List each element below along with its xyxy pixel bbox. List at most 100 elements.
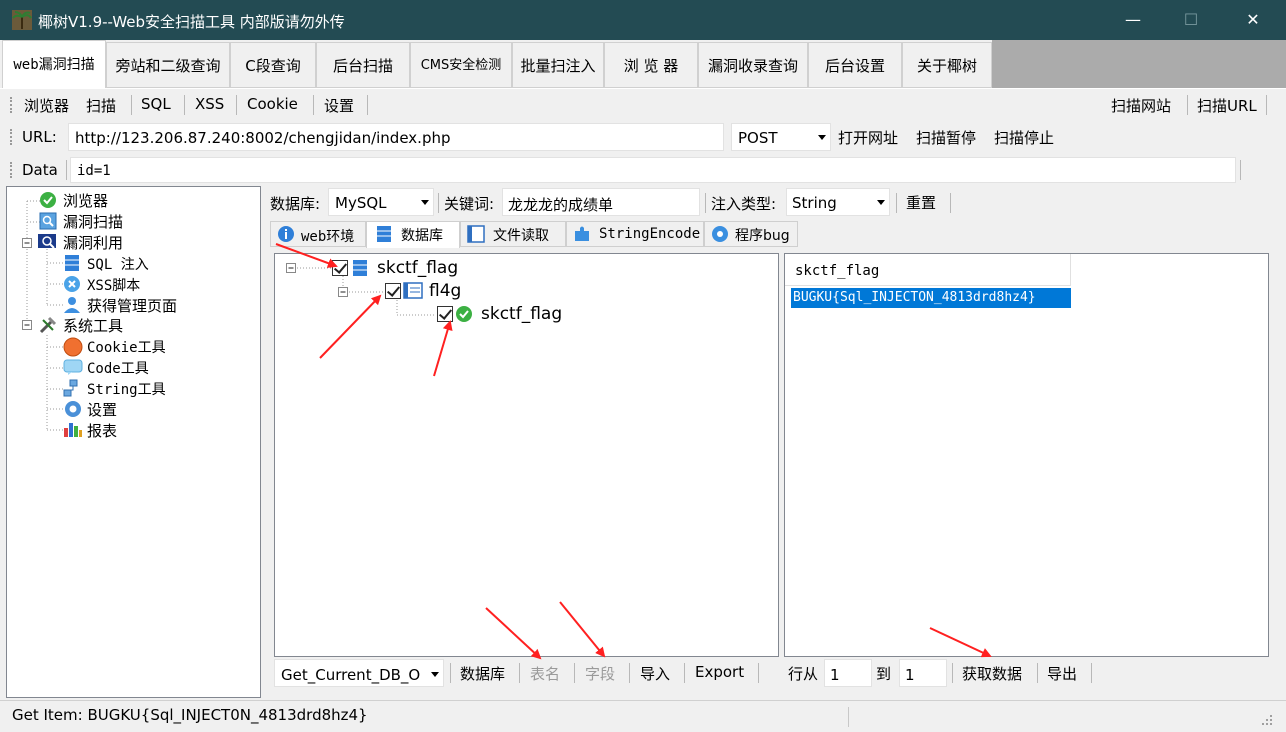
database-icon	[377, 226, 391, 242]
subtab-label: 数据库	[401, 228, 443, 244]
subtab-program-bug[interactable]: 程序bug	[704, 221, 798, 247]
tree-item-label: SQL 注入	[87, 257, 149, 273]
get-db-button[interactable]: 数据库	[460, 663, 505, 684]
subtab-database[interactable]: 数据库	[366, 221, 460, 248]
toolbar-grip	[10, 162, 13, 178]
scan-icon	[39, 212, 57, 230]
separator	[896, 193, 897, 213]
result-cell: BUGKU{Sql_INJECTON_4813drd8hz4}	[793, 290, 1036, 305]
subtab-label: 程序bug	[735, 228, 790, 244]
method-select-value: POST	[738, 129, 778, 147]
row-from-input[interactable]: 1	[824, 659, 872, 687]
separator	[313, 95, 314, 115]
get-columns-button[interactable]: 字段	[585, 663, 615, 684]
row-to-input[interactable]: 1	[899, 659, 947, 687]
table-name[interactable]: fl4g	[429, 281, 461, 301]
db-bottom-toolbar: Get_Current_DB_O 数据库 表名 字段 导入 Export	[274, 657, 779, 689]
toolbar-cookie[interactable]: Cookie	[247, 95, 298, 113]
table-icon	[403, 282, 423, 299]
tab-admin-scan[interactable]: 后台扫描	[316, 42, 410, 88]
subtab-string-encode[interactable]: StringEncode	[566, 221, 704, 247]
open-url-button[interactable]: 打开网址	[838, 127, 898, 148]
db-name[interactable]: skctf_flag	[377, 258, 458, 278]
gear-icon	[712, 226, 728, 242]
tree-item-label: 报表	[87, 422, 118, 440]
url-input-value: http://123.206.87.240:8002/chengjidan/in…	[75, 129, 451, 147]
tab-cms-check[interactable]: CMS安全检测	[410, 42, 512, 88]
main-toolbar: 浏览器 扫描 SQL XSS Cookie 设置 扫描网站 扫描URL	[0, 88, 1286, 120]
column-checkbox[interactable]	[437, 306, 453, 322]
table-checkbox[interactable]	[385, 283, 401, 299]
cookie-icon	[63, 337, 83, 357]
tab-c-segment[interactable]: C段查询	[230, 42, 316, 88]
method-dropdown[interactable]: Get_Current_DB_O	[274, 659, 444, 687]
user-icon	[64, 297, 80, 313]
tab-vuln-db[interactable]: 漏洞收录查询	[698, 42, 808, 88]
toolbar-scan[interactable]: 扫描	[86, 95, 116, 116]
import-button[interactable]: 导入	[640, 663, 670, 684]
inject-type-select[interactable]: String	[786, 188, 890, 216]
scan-url-button[interactable]: 扫描URL	[1197, 95, 1257, 116]
data-label: Data	[22, 161, 58, 179]
db-label: 数据库:	[270, 195, 321, 213]
toolbar-browser[interactable]: 浏览器	[24, 95, 69, 116]
result-row[interactable]: BUGKU{Sql_INJECTON_4813drd8hz4}	[791, 288, 1071, 308]
tab-admin-settings[interactable]: 后台设置	[808, 42, 902, 88]
url-input[interactable]: http://123.206.87.240:8002/chengjidan/in…	[68, 123, 724, 151]
subtab-web-env[interactable]: web环境	[270, 221, 366, 247]
toolbar-sql[interactable]: SQL	[141, 95, 171, 113]
check-circle-icon	[456, 306, 472, 322]
reset-button[interactable]: 重置	[906, 192, 936, 213]
db-select[interactable]: MySQL	[328, 188, 434, 216]
coconut-tree-icon	[12, 10, 32, 30]
scan-site-button[interactable]: 扫描网站	[1111, 95, 1171, 116]
tree-item-label: 系统工具	[63, 317, 124, 335]
db-tree-panel: skctf_flag fl4g skctf_flag	[274, 253, 779, 657]
tree-item-label: 漏洞扫描	[63, 213, 124, 231]
chevron-down-icon	[818, 135, 826, 140]
url-bar: URL: http://123.206.87.240:8002/chengjid…	[0, 120, 1286, 154]
stop-scan-button[interactable]: 扫描停止	[994, 127, 1054, 148]
data-input[interactable]: id=1	[70, 157, 1236, 183]
db-checkbox[interactable]	[332, 260, 348, 276]
result-column-header[interactable]: skctf_flag	[785, 254, 1071, 286]
subtab-file-read[interactable]: 文件读取	[460, 221, 566, 247]
toolbar-grip	[10, 97, 13, 113]
minimize-button[interactable]: —	[1104, 0, 1162, 40]
maximize-button[interactable]: ☐	[1162, 0, 1220, 40]
toolbar-xss[interactable]: XSS	[195, 95, 224, 113]
separator	[450, 663, 451, 683]
column-name[interactable]: skctf_flag	[481, 304, 562, 324]
separator	[950, 193, 951, 213]
db-select-value: MySQL	[335, 194, 387, 212]
close-button[interactable]: ✕	[1224, 0, 1282, 40]
puzzle-icon	[575, 226, 589, 241]
keyword-input[interactable]: 龙龙龙的成绩单	[502, 188, 700, 216]
export-result-button[interactable]: 导出	[1047, 663, 1077, 684]
separator	[367, 95, 368, 115]
method-select[interactable]: POST	[731, 123, 831, 151]
keyword-input-value: 龙龙龙的成绩单	[508, 196, 614, 214]
get-tables-button[interactable]: 表名	[530, 663, 560, 684]
pause-scan-button[interactable]: 扫描暂停	[916, 127, 976, 148]
row-to-label: 到	[876, 665, 892, 683]
export-db-button[interactable]: Export	[695, 663, 744, 681]
tab-batch-inject[interactable]: 批量扫注入	[512, 42, 604, 88]
separator	[1240, 160, 1241, 180]
separator	[684, 663, 685, 683]
separator	[1091, 663, 1092, 683]
tab-browser[interactable]: 浏 览 器	[604, 42, 698, 88]
fetch-data-button[interactable]: 获取数据	[962, 663, 1022, 684]
tools-icon	[39, 316, 57, 334]
separator	[574, 663, 575, 683]
db-options-bar: 数据库: MySQL 关键词: 龙龙龙的成绩单 注入类型: String 重置	[262, 186, 1270, 220]
tab-sidesite-query[interactable]: 旁站和二级查询	[106, 42, 230, 88]
resize-grip-icon[interactable]	[1260, 713, 1274, 727]
separator	[629, 663, 630, 683]
tab-about[interactable]: 关于椰树	[902, 42, 992, 88]
tab-web-vuln-scan[interactable]: web漏洞扫描	[2, 40, 106, 88]
data-input-value: id=1	[77, 163, 111, 179]
status-bar: Get Item: BUGKU{Sql_INJECT0N_4813drd8hz4…	[0, 700, 1286, 732]
subtab-label: 文件读取	[493, 228, 549, 244]
toolbar-settings[interactable]: 设置	[324, 95, 354, 116]
